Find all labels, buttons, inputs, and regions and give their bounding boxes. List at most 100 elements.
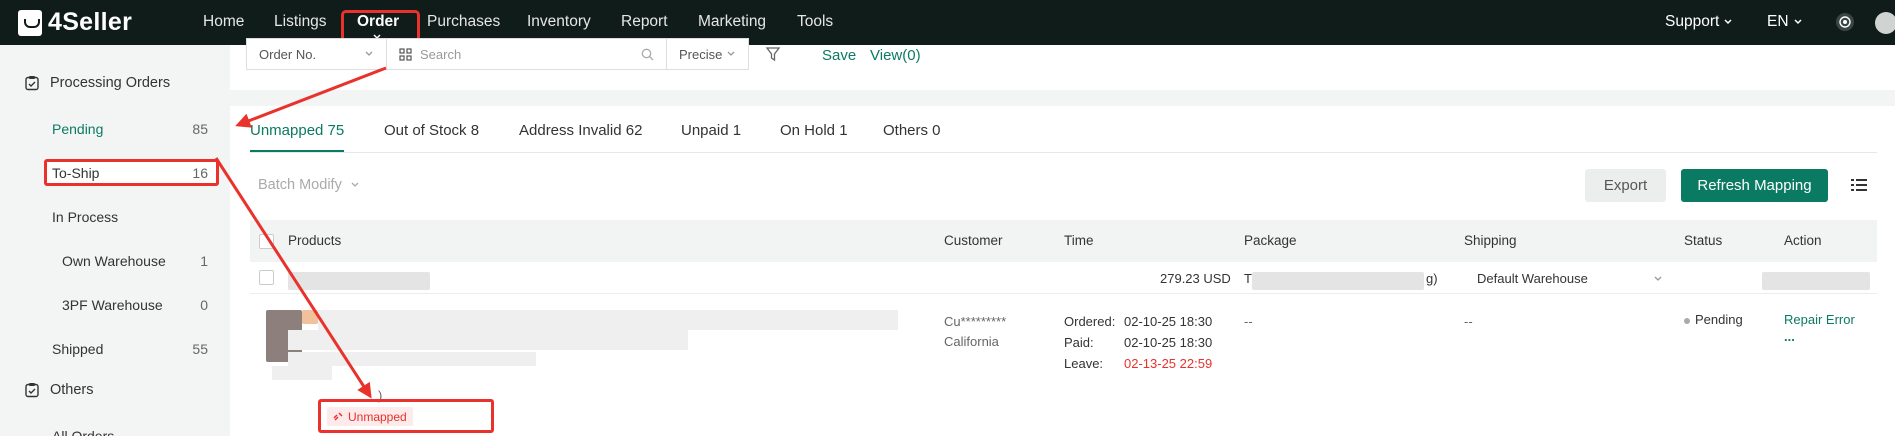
search-input[interactable]: Search xyxy=(387,38,667,70)
shipping-value: -- xyxy=(1464,314,1473,329)
column-header-products: Products xyxy=(288,233,342,248)
paid-time: 02-10-25 18:30 xyxy=(1124,335,1213,350)
language-label: EN xyxy=(1767,13,1789,30)
status-label: Pending xyxy=(1695,312,1743,327)
tab-on-hold[interactable]: On Hold 1 xyxy=(780,122,848,139)
customer-name: Cu********* xyxy=(944,314,1007,329)
ordered-label: Ordered: xyxy=(1064,314,1116,329)
search-bar: Order No. Search Precise xyxy=(246,38,749,70)
sidebar-item-3pf-warehouse[interactable]: 3PF Warehouse xyxy=(62,297,163,313)
sidebar-item-to-ship[interactable]: To-Ship xyxy=(52,165,99,181)
column-header-customer: Customer xyxy=(944,233,1003,248)
leave-label: Leave: xyxy=(1064,356,1104,371)
chevron-down-icon xyxy=(351,182,359,188)
chevron-down-icon xyxy=(1654,276,1662,281)
nav-home[interactable]: Home xyxy=(203,13,244,31)
search-icon[interactable] xyxy=(641,48,654,61)
tab-others[interactable]: Others 0 xyxy=(883,122,941,139)
filter-icon[interactable] xyxy=(765,46,781,62)
save-button[interactable]: Save xyxy=(822,47,856,64)
nav-inventory[interactable]: Inventory xyxy=(527,13,591,31)
support-menu[interactable]: Support xyxy=(1665,13,1733,31)
tab-unmapped[interactable]: Unmapped 75 xyxy=(250,122,344,139)
support-label: Support xyxy=(1665,13,1720,30)
redacted-product-sku xyxy=(272,366,332,380)
select-all-checkbox[interactable] xyxy=(259,234,274,249)
search-mode-select[interactable]: Precise xyxy=(667,38,749,70)
paid-label: Paid: xyxy=(1064,335,1094,350)
export-button[interactable]: Export xyxy=(1585,169,1666,202)
sidebar-group-label: Others xyxy=(50,382,94,398)
row-checkbox[interactable] xyxy=(259,270,274,285)
avatar[interactable] xyxy=(1875,12,1895,34)
order-amount: 279.23 USD xyxy=(1160,271,1231,286)
sidebar-item-in-process[interactable]: In Process xyxy=(52,209,118,225)
search-field-select[interactable]: Order No. xyxy=(246,38,387,70)
nav-purchases[interactable]: Purchases xyxy=(427,13,500,31)
product-thumbnail-corner xyxy=(302,310,318,324)
redacted-product-title-line-1 xyxy=(318,310,898,330)
clipboard-icon xyxy=(25,383,39,398)
column-header-status: Status xyxy=(1684,233,1723,248)
chevron-down-icon xyxy=(727,51,735,56)
redacted-action xyxy=(1762,272,1870,290)
status-dot-icon xyxy=(1684,317,1690,324)
column-header-package: Package xyxy=(1244,233,1297,248)
section-divider xyxy=(230,90,1895,106)
gear-icon[interactable] xyxy=(1835,12,1855,32)
3pf-warehouse-count: 0 xyxy=(200,297,208,313)
nav-tools[interactable]: Tools xyxy=(797,13,833,31)
redacted-product-title-line-2 xyxy=(288,330,688,350)
unmapped-label: Unmapped xyxy=(348,409,407,424)
chevron-down-icon xyxy=(1794,19,1802,24)
column-header-time: Time xyxy=(1064,233,1094,248)
status-badge: Pending xyxy=(1684,312,1743,327)
more-actions-button[interactable]: ... xyxy=(1784,329,1795,344)
leave-time: 02-13-25 22:59 xyxy=(1124,356,1213,371)
sidebar-item-own-warehouse[interactable]: Own Warehouse xyxy=(62,253,166,269)
redacted-package-info xyxy=(1252,272,1424,290)
redacted-order-id xyxy=(288,272,430,290)
sidebar-group-others[interactable]: Others xyxy=(24,382,94,398)
nav-listings[interactable]: Listings xyxy=(274,13,327,31)
sidebar-group-processing-orders[interactable]: Processing Orders xyxy=(24,75,170,91)
sidebar-item-all-orders[interactable]: All Orders xyxy=(52,428,114,436)
broken-link-icon xyxy=(333,412,343,421)
redacted-product-title-line-3 xyxy=(288,352,536,366)
nav-report[interactable]: Report xyxy=(621,13,668,31)
tab-address-invalid[interactable]: Address Invalid 62 xyxy=(519,122,642,139)
column-header-action: Action xyxy=(1784,233,1822,248)
search-placeholder: Search xyxy=(420,46,462,62)
search-mode-value: Precise xyxy=(679,46,723,62)
sidebar: Processing Orders Pending 85 To-Ship 16 … xyxy=(0,45,230,436)
repair-error-link[interactable]: Repair Error xyxy=(1784,312,1855,327)
sidebar-item-shipped[interactable]: Shipped xyxy=(52,341,103,357)
clipboard-icon xyxy=(25,76,39,91)
view-button[interactable]: View(0) xyxy=(870,47,921,64)
language-menu[interactable]: EN xyxy=(1767,13,1803,31)
package-suffix: g) xyxy=(1426,271,1438,286)
nav-marketing[interactable]: Marketing xyxy=(698,13,766,31)
bag-logo-icon xyxy=(18,9,42,36)
tabs-divider xyxy=(250,152,1877,153)
to-ship-count: 16 xyxy=(192,165,208,181)
column-settings-icon[interactable] xyxy=(1851,178,1867,192)
warehouse-select[interactable]: Default Warehouse xyxy=(1465,268,1663,290)
package-value: -- xyxy=(1244,314,1253,329)
brand-logo[interactable]: 4Seller xyxy=(18,8,132,37)
batch-modify-dropdown[interactable]: Batch Modify xyxy=(258,177,360,193)
search-field-value: Order No. xyxy=(259,46,317,62)
own-warehouse-count: 1 xyxy=(200,253,208,269)
customer-region: California xyxy=(944,334,999,349)
refresh-mapping-button[interactable]: Refresh Mapping xyxy=(1681,169,1828,202)
pending-count: 85 xyxy=(192,121,208,137)
chevron-down-icon xyxy=(1724,19,1732,24)
unmapped-badge: Unmapped xyxy=(327,407,413,426)
column-header-shipping: Shipping xyxy=(1464,233,1517,248)
tab-out-of-stock[interactable]: Out of Stock 8 xyxy=(384,122,479,139)
tab-unpaid[interactable]: Unpaid 1 xyxy=(681,122,741,139)
sidebar-item-pending[interactable]: Pending xyxy=(52,121,103,137)
grid-icon xyxy=(399,47,412,61)
ordered-time: 02-10-25 18:30 xyxy=(1124,314,1213,329)
warehouse-value: Default Warehouse xyxy=(1477,271,1588,286)
